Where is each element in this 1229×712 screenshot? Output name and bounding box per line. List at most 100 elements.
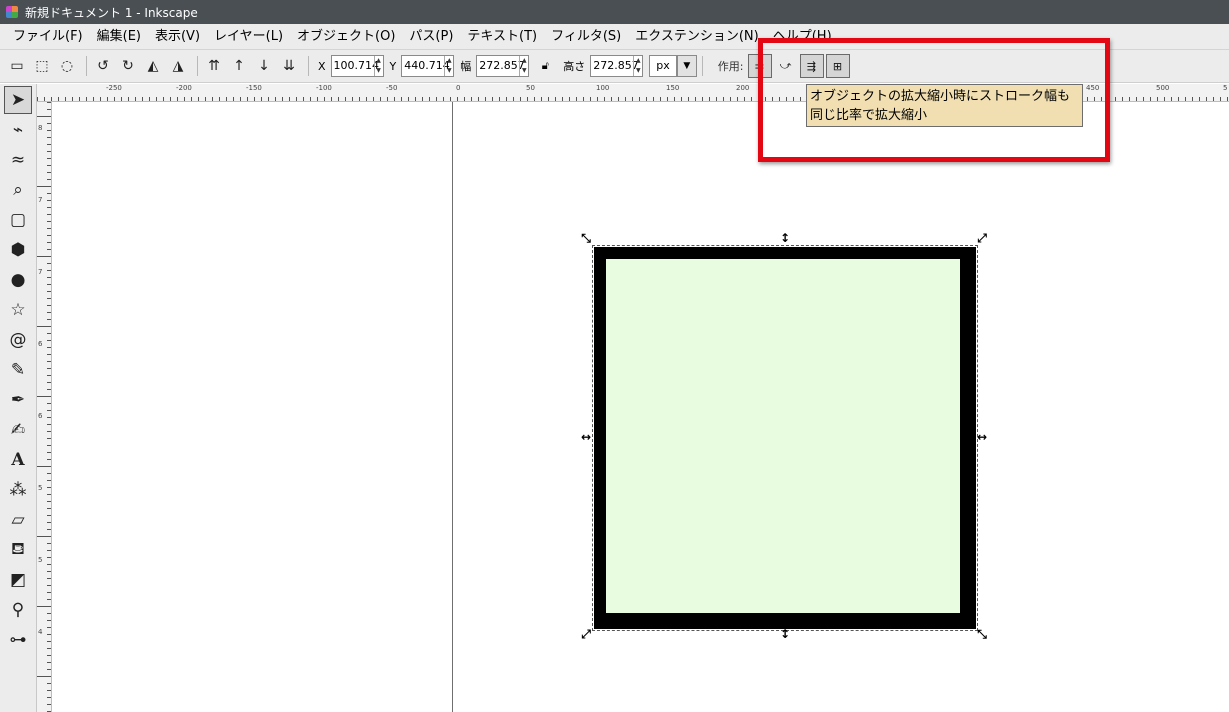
menu-help[interactable]: ヘルプ(H): [766, 26, 839, 48]
width-spinbox[interactable]: 272.857 ▲ ▼: [476, 55, 530, 77]
y-label: Y: [389, 59, 397, 73]
x-spinbox[interactable]: 100.714 ▲ ▼: [330, 55, 384, 77]
y-value[interactable]: 440.714: [402, 56, 450, 76]
height-spinbox[interactable]: 272.857 ▲ ▼: [590, 55, 644, 77]
spiral-icon[interactable]: @: [4, 326, 32, 354]
rotate-ccw-icon[interactable]: ↺: [92, 55, 114, 77]
height-spin-arrows-icon[interactable]: ▲ ▼: [633, 56, 642, 76]
chevron-down-icon[interactable]: ▼: [676, 55, 697, 77]
raise-icon[interactable]: ↑: [228, 55, 250, 77]
scale-rounded-corners-toggle-icon[interactable]: ⤻: [774, 54, 798, 78]
ruler-label: 450: [1086, 84, 1100, 92]
flip-horizontal-icon[interactable]: ◭: [142, 55, 164, 77]
lock-ratio-icon[interactable]: 🔓︎: [537, 55, 553, 77]
lower-icon[interactable]: ↓: [253, 55, 275, 77]
toolbar-separator: [701, 56, 703, 76]
3d-box-icon[interactable]: ⬢: [4, 236, 32, 264]
selector-arrow-icon[interactable]: ➤: [4, 86, 32, 114]
ruler-label: 5: [1223, 84, 1228, 92]
ruler-label: 6: [38, 412, 43, 420]
scale-handle-top-left-icon[interactable]: ⤡: [579, 231, 593, 245]
node-editor-icon[interactable]: ⌁: [4, 116, 32, 144]
select-all-in-all-layers-icon[interactable]: ⬚: [31, 55, 53, 77]
rectangle-icon[interactable]: ▢: [4, 206, 32, 234]
eraser-icon[interactable]: ▱: [4, 506, 32, 534]
menu-file[interactable]: ファイル(F): [6, 26, 90, 48]
menu-view[interactable]: 表示(V): [148, 26, 207, 48]
height-label: 高さ: [563, 60, 586, 73]
calligraphy-icon[interactable]: ✍: [4, 416, 32, 444]
menu-extensions[interactable]: エクステンション(N): [628, 26, 765, 48]
unit-value[interactable]: px: [649, 55, 677, 77]
scale-handle-left-icon[interactable]: ↔: [579, 430, 593, 444]
vertical-ruler-ticks: [37, 102, 51, 712]
width-label: 幅: [460, 60, 472, 73]
scale-handle-right-icon[interactable]: ↔: [975, 430, 989, 444]
ruler-label: 7: [38, 196, 43, 204]
move-gradients-toggle-icon[interactable]: ⇶: [799, 54, 824, 78]
scale-handle-top-right-icon[interactable]: ⤢: [975, 231, 989, 245]
pen-icon[interactable]: ✒: [4, 386, 32, 414]
drawing-canvas[interactable]: ⤡ ↕ ⤢ ↔ ↔ ⤢ ↕ ⤡: [52, 102, 1229, 712]
ruler-label: 8: [38, 124, 43, 132]
lower-to-bottom-icon[interactable]: ⇊: [278, 55, 300, 77]
connector-icon[interactable]: ⊶: [4, 626, 32, 654]
scale-handle-top-icon[interactable]: ↕: [778, 231, 792, 245]
height-value[interactable]: 272.857: [591, 56, 639, 76]
scale-stroke-width-toggle-icon[interactable]: ⇉: [747, 54, 772, 78]
scale-handle-bottom-right-icon[interactable]: ⤡: [975, 627, 989, 641]
zoom-icon[interactable]: ⌕: [4, 176, 32, 204]
ruler-label: 500: [1156, 84, 1170, 92]
scale-handle-bottom-left-icon[interactable]: ⤢: [579, 627, 593, 641]
star-icon[interactable]: ☆: [4, 296, 32, 324]
x-spin-arrows-icon[interactable]: ▲ ▼: [373, 56, 383, 76]
menu-bar: ファイル(F) 編集(E) 表示(V) レイヤー(L) オブジェクト(O) パス…: [0, 24, 1229, 50]
y-spin-arrows-icon[interactable]: ▲ ▼: [444, 56, 453, 76]
tweak-icon[interactable]: ≈: [4, 146, 32, 174]
raise-to-top-icon[interactable]: ⇈: [203, 55, 225, 77]
width-value[interactable]: 272.857: [477, 56, 525, 76]
spray-icon[interactable]: ⁂: [4, 476, 32, 504]
window-titlebar: 新規ドキュメント 1 - Inkscape: [0, 0, 1229, 24]
menu-layer[interactable]: レイヤー(L): [207, 26, 290, 48]
menu-text[interactable]: テキスト(T): [460, 26, 544, 48]
tooltip: オブジェクトの拡大縮小時にストローク幅も同じ比率で拡大縮小: [806, 84, 1083, 127]
paint-bucket-icon[interactable]: ⛾: [4, 536, 32, 564]
select-all-icon[interactable]: ▭: [6, 55, 28, 77]
deselect-icon[interactable]: ◌: [56, 55, 78, 77]
toolbar-separator: [197, 56, 198, 76]
ruler-label: 50: [526, 84, 535, 92]
ruler-label: -150: [246, 84, 262, 92]
page-border: [452, 102, 453, 712]
inkscape-logo-icon: [6, 6, 18, 18]
menu-edit[interactable]: 編集(E): [90, 26, 148, 48]
menu-filters[interactable]: フィルタ(S): [544, 26, 628, 48]
text-icon[interactable]: A: [4, 446, 32, 474]
vertical-ruler: 8 7 7 6 6 5 5 4: [37, 102, 52, 712]
gradient-icon[interactable]: ◩: [4, 566, 32, 594]
unit-select[interactable]: px ▼: [649, 55, 697, 77]
affect-label: 作用:: [717, 60, 744, 73]
width-spin-arrows-icon[interactable]: ▲ ▼: [519, 56, 528, 76]
ruler-label: -100: [316, 84, 332, 92]
pencil-icon[interactable]: ✎: [4, 356, 32, 384]
ellipse-icon[interactable]: ●: [4, 266, 32, 294]
dropper-icon[interactable]: ⚲: [4, 596, 32, 624]
scale-handle-bottom-icon[interactable]: ↕: [778, 627, 792, 641]
menu-path[interactable]: パス(P): [402, 26, 460, 48]
ruler-label: 7: [38, 268, 43, 276]
move-patterns-toggle-icon[interactable]: ⊞: [825, 54, 850, 78]
square-shape-fill[interactable]: [606, 259, 960, 613]
menu-object[interactable]: オブジェクト(O): [290, 26, 402, 48]
rotate-cw-icon[interactable]: ↻: [117, 55, 139, 77]
toolbar-separator: [308, 56, 309, 76]
flip-vertical-icon[interactable]: ◮: [167, 55, 189, 77]
toolbox: ➤ ⌁ ≈ ⌕ ▢ ⬢ ● ☆ @ ✎ ✒ ✍ A ⁂ ▱ ⛾ ◩ ⚲ ⊶: [0, 84, 37, 712]
ruler-label: 100: [596, 84, 610, 92]
ruler-label: 5: [38, 556, 43, 564]
ruler-label: 200: [736, 84, 750, 92]
ruler-label: 0: [456, 84, 461, 92]
x-value[interactable]: 100.714: [332, 56, 380, 76]
y-spinbox[interactable]: 440.714 ▲ ▼: [401, 55, 455, 77]
ruler-label: 6: [38, 340, 43, 348]
